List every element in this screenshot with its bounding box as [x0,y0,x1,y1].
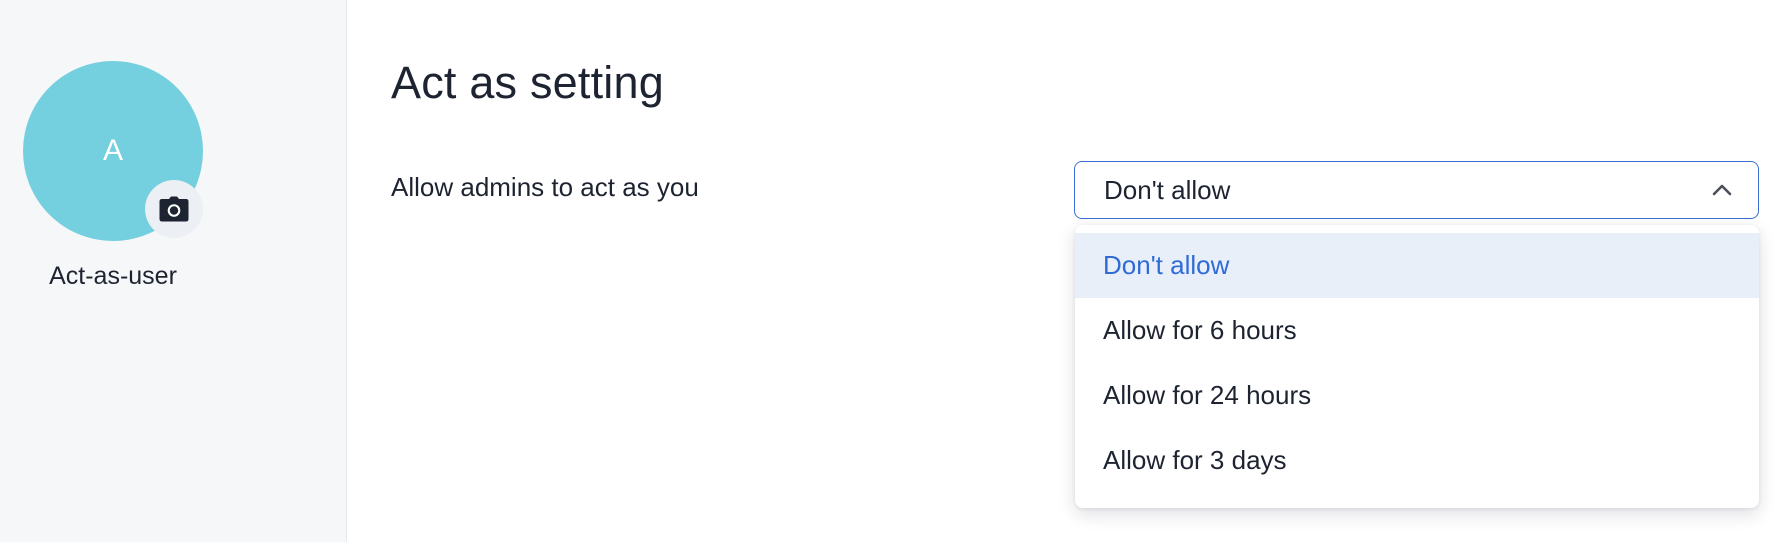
option-allow-24-hours[interactable]: Allow for 24 hours [1075,363,1759,428]
select-dropdown-menu: Don't allow Allow for 6 hours Allow for … [1075,225,1759,508]
camera-icon [159,196,189,222]
select-value: Don't allow [1104,174,1231,205]
settings-panel: Act as setting Allow admins to act as yo… [348,0,1790,542]
page-title: Act as setting [391,57,664,108]
avatar-initial: A [102,134,123,167]
option-dont-allow[interactable]: Don't allow [1075,233,1759,298]
change-photo-button[interactable] [145,180,203,238]
setting-label: Allow admins to act as you [391,172,699,202]
act-as-select[interactable]: Don't allow [1074,161,1759,219]
option-allow-6-hours[interactable]: Allow for 6 hours [1075,298,1759,363]
chevron-up-icon[interactable] [1712,184,1732,196]
option-allow-3-days[interactable]: Allow for 3 days [1075,428,1759,493]
profile-sidebar: A Act-as-user [0,0,347,542]
username: Act-as-user [49,262,177,290]
